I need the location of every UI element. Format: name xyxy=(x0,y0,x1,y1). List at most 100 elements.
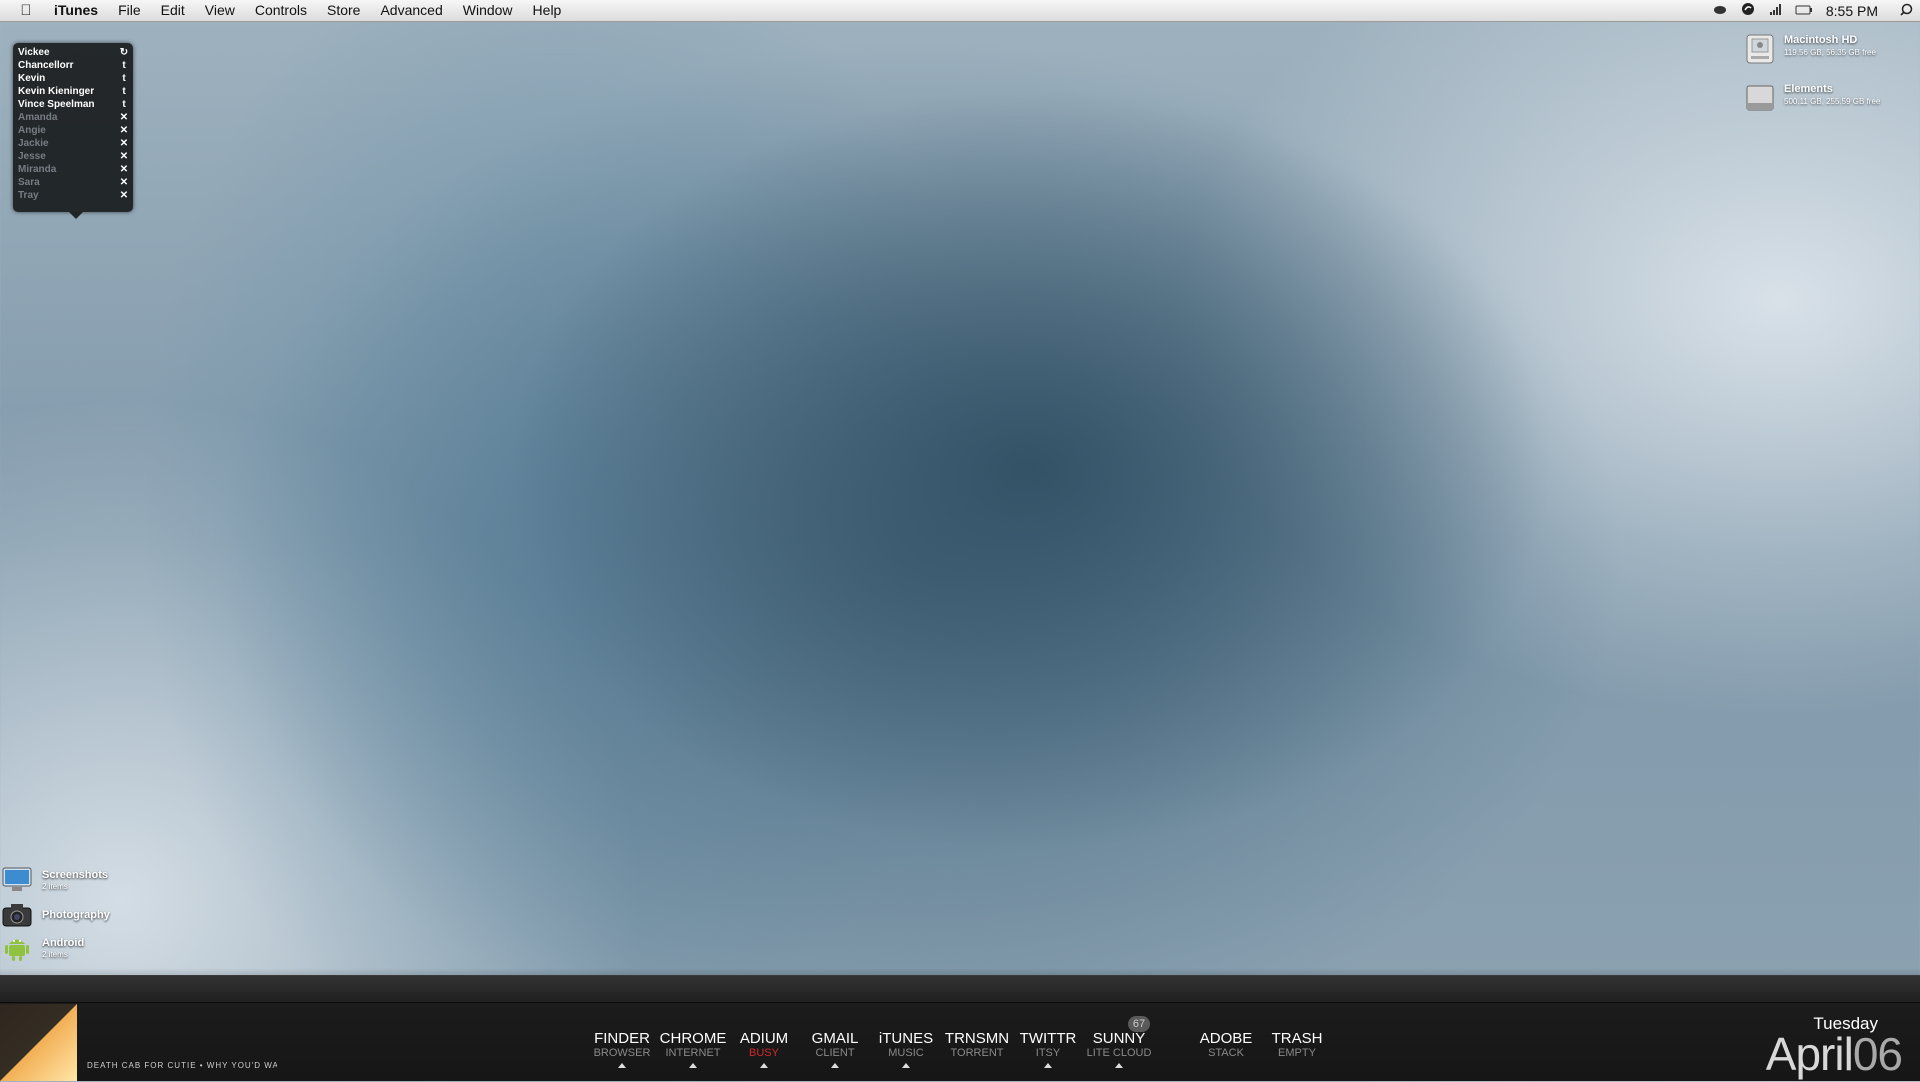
buddy-name: Tray xyxy=(18,190,39,201)
running-indicator-icon xyxy=(1115,1063,1123,1068)
dock-item-adium[interactable]: ADIUM BUSY xyxy=(729,1031,799,1068)
app-menu[interactable]: iTunes xyxy=(52,0,108,21)
offline-x-icon: ✕ xyxy=(119,190,129,201)
buddy-row[interactable]: Amanda ✕ xyxy=(13,111,133,124)
menu-file[interactable]: File xyxy=(108,0,151,21)
menu-view[interactable]: View xyxy=(195,0,245,21)
buddy-row[interactable]: Vince Speelman t xyxy=(13,98,133,111)
battery-icon[interactable] xyxy=(1790,3,1818,18)
buddy-row[interactable]: Vickee ↻ xyxy=(13,46,133,59)
dock-item-twittr[interactable]: TWITTR ITSY xyxy=(1013,1031,1083,1068)
buddy-row[interactable]: Chancellorr t xyxy=(13,59,133,72)
buddy-name: Jesse xyxy=(18,151,46,162)
dock-item-label: TRNSMN xyxy=(944,1030,1010,1047)
wifi-signal-icon[interactable] xyxy=(1762,3,1790,18)
dock-item-sublabel: TORRENT xyxy=(950,1047,1004,1059)
date-display: April06 xyxy=(1765,1026,1903,1082)
album-art-thumbnail[interactable] xyxy=(0,1004,77,1081)
dock-item-label: TRASH xyxy=(1271,1030,1323,1047)
dock-item-chrome[interactable]: CHROME INTERNET xyxy=(658,1031,728,1068)
menu-edit[interactable]: Edit xyxy=(151,0,195,21)
buddy-name: Amanda xyxy=(18,112,58,123)
buddy-row[interactable]: Kevin t xyxy=(13,72,133,85)
dock-item-gmail[interactable]: GMAIL CLIENT xyxy=(800,1031,870,1068)
dock-item-adobe[interactable]: ADOBE STACK xyxy=(1191,1031,1261,1060)
twitter-t-icon: t xyxy=(122,60,126,71)
dock-item-sunny[interactable]: SUNNY LITE CLOUD xyxy=(1084,1031,1154,1068)
external-drive-icon xyxy=(1746,83,1774,113)
stack-photography[interactable]: Photography xyxy=(2,901,110,929)
buddy-name: Angie xyxy=(18,125,46,136)
dock-top-band xyxy=(0,976,1920,1003)
running-indicator-icon xyxy=(760,1063,768,1068)
adium-duck-icon[interactable] xyxy=(1734,2,1762,19)
buddy-row[interactable]: Jackie ✕ xyxy=(13,137,133,150)
dock-item-sublabel: EMPTY xyxy=(1278,1047,1316,1059)
stack-name: Android xyxy=(42,936,85,949)
buddy-name: Vickee xyxy=(18,47,50,58)
menu-store[interactable]: Store xyxy=(317,0,370,21)
weather-temperature-badge: 67 xyxy=(1128,1016,1150,1032)
stack-android[interactable]: Android 2 items xyxy=(2,934,84,962)
offline-x-icon: ✕ xyxy=(119,125,129,136)
running-indicator-icon xyxy=(689,1063,697,1068)
stack-screenshots[interactable]: Screenshots 2 items xyxy=(2,866,108,894)
offline-x-icon: ✕ xyxy=(119,164,129,175)
buddy-name: Vince Speelman xyxy=(18,99,95,110)
dock-item-label: CHROME xyxy=(659,1030,727,1047)
buddy-row[interactable]: Kevin Kieninger t xyxy=(13,85,133,98)
drive-macintosh-hd[interactable]: Macintosh HD 119.56 GB, 56.35 GB free xyxy=(1746,34,1876,64)
menu-advanced[interactable]: Advanced xyxy=(370,0,452,21)
menu-controls[interactable]: Controls xyxy=(245,0,317,21)
dock-item-finder[interactable]: FINDER BROWSER xyxy=(587,1031,657,1068)
buddy-name: Chancellorr xyxy=(18,60,74,71)
dock-item-sublabel: LITE CLOUD xyxy=(1086,1047,1152,1059)
buddy-name: Miranda xyxy=(18,164,57,175)
dock-item-trash[interactable]: TRASH EMPTY xyxy=(1262,1031,1332,1060)
menu-window[interactable]: Window xyxy=(453,0,523,21)
dock-item-sublabel: INTERNET xyxy=(665,1047,721,1059)
dock-item-sublabel: STACK xyxy=(1208,1047,1244,1059)
buddy-row[interactable]: Jesse ✕ xyxy=(13,150,133,163)
buddy-row[interactable]: Sara ✕ xyxy=(13,176,133,189)
dock-item-label: TWITTR xyxy=(1019,1030,1077,1047)
date-month: April xyxy=(1765,1028,1854,1080)
dock-item-label: ADIUM xyxy=(739,1030,789,1047)
buddy-name: Kevin Kieninger xyxy=(18,86,95,97)
menu-bar:  iTunes File Edit View Controls Store A… xyxy=(0,0,1920,22)
running-indicator-icon xyxy=(902,1063,910,1068)
dock-item-sublabel: MUSIC xyxy=(888,1047,924,1059)
buddy-row[interactable]: Tray ✕ xyxy=(13,189,133,202)
dock-item-itunes[interactable]: iTUNES MUSIC xyxy=(871,1031,941,1068)
stack-name: Photography xyxy=(42,908,110,921)
menu-clock[interactable]: 8:55 PM xyxy=(1818,3,1892,19)
twitter-t-icon: t xyxy=(122,73,126,84)
menu-help[interactable]: Help xyxy=(523,0,572,21)
buddy-row[interactable]: Miranda ✕ xyxy=(13,163,133,176)
drive-info: 119.56 GB, 56.35 GB free xyxy=(1784,48,1876,57)
offline-x-icon: ✕ xyxy=(119,138,129,149)
refresh-icon: ↻ xyxy=(119,47,129,58)
drive-elements[interactable]: Elements 500.11 GB, 255.59 GB free xyxy=(1746,83,1880,113)
dock-item-sublabel: BROWSER xyxy=(593,1047,651,1059)
android-robot-icon xyxy=(2,934,32,962)
drive-name: Macintosh HD xyxy=(1784,34,1858,46)
buddy-name: Sara xyxy=(18,177,40,188)
chat-bubble-icon[interactable] xyxy=(1706,3,1734,18)
offline-x-icon: ✕ xyxy=(119,112,129,123)
apple-menu-icon[interactable]:  xyxy=(0,2,52,19)
camera-icon xyxy=(2,901,32,929)
running-indicator-icon xyxy=(831,1063,839,1068)
drive-name: Elements xyxy=(1784,83,1833,95)
monitor-icon xyxy=(2,866,32,894)
stack-info: 2 items xyxy=(42,949,68,959)
twitter-t-icon: t xyxy=(122,86,126,97)
date-day-number: 06 xyxy=(1852,1028,1903,1080)
buddy-row[interactable]: Angie ✕ xyxy=(13,124,133,137)
spotlight-search-icon[interactable] xyxy=(1892,3,1920,19)
dock-item-label: ADOBE xyxy=(1199,1030,1253,1047)
dock-item-label: GMAIL xyxy=(811,1030,859,1047)
dock-item-trnsmn[interactable]: TRNSMN TORRENT xyxy=(942,1031,1012,1060)
now-playing-text: DEATH CAB FOR CUTIE • WHY YOU'D WA xyxy=(87,1061,277,1070)
dock-item-sublabel: ITSY xyxy=(1035,1047,1061,1059)
